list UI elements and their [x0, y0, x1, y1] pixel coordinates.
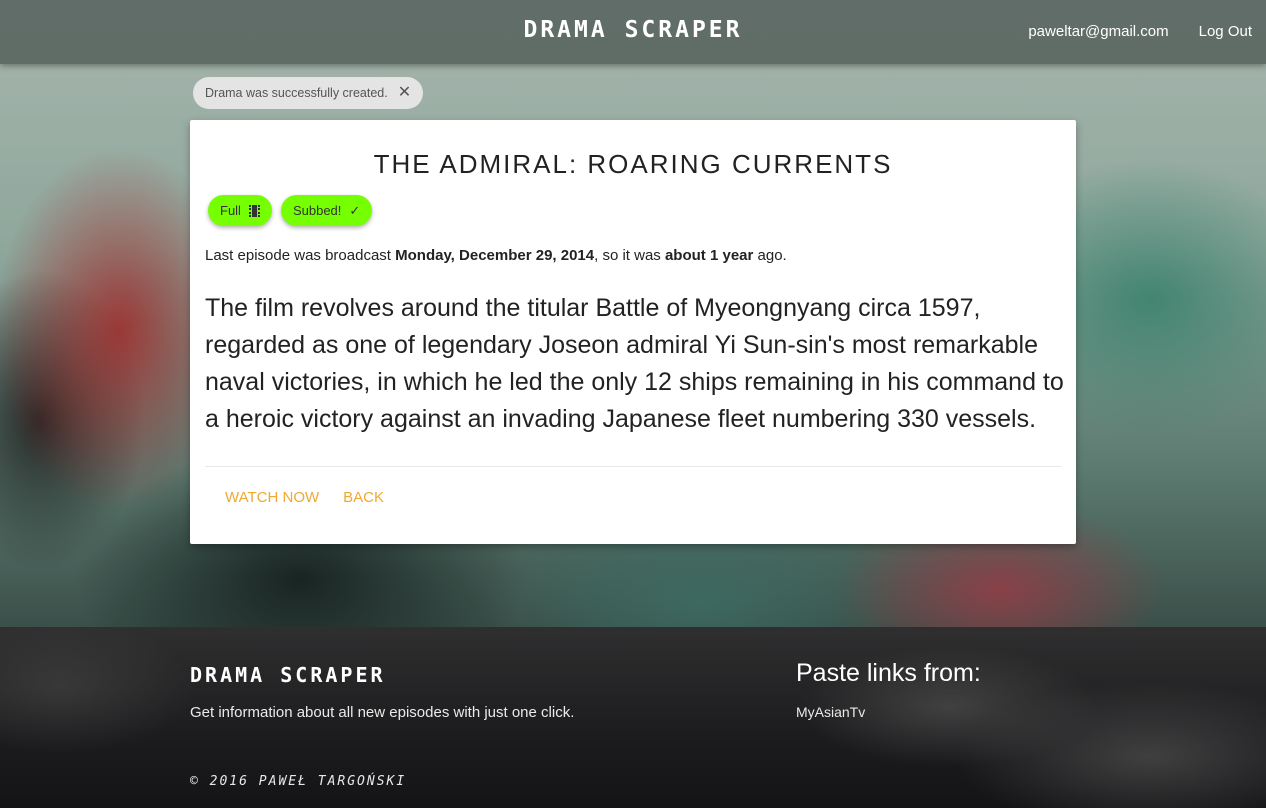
last-episode-prefix: Last episode was broadcast	[205, 247, 396, 264]
card-actions: WATCH NOW BACK	[225, 489, 384, 506]
card-divider	[205, 466, 1061, 467]
success-toast: Drama was successfully created. ✕	[193, 77, 424, 109]
last-episode-date: Monday, December 29, 2014	[395, 247, 595, 264]
top-navbar: DRAMA SCRAPER paweltar@gmail.com Log Out	[0, 0, 1266, 64]
drama-title: THE ADMIRAL: ROARING CURRENTS	[373, 149, 893, 179]
toast-message: Drama was successfully created.	[205, 86, 388, 100]
footer-brand: DRAMA SCRAPER	[190, 663, 386, 687]
footer: DRAMA SCRAPER Get information about all …	[0, 627, 1266, 808]
last-episode-text: Last episode was broadcast Monday, Decem…	[205, 247, 787, 264]
subbed-chip-label: Subbed!	[292, 203, 342, 218]
watch-now-button[interactable]: WATCH NOW	[225, 489, 319, 506]
drama-description: The film revolves around the titular Bat…	[205, 294, 1064, 433]
close-icon[interactable]: ✕	[398, 85, 411, 101]
check-icon: ✓	[349, 202, 361, 218]
subbed-chip: Subbed! ✓	[280, 195, 373, 226]
footer-tagline: Get information about all new episodes w…	[190, 704, 575, 721]
paste-links-heading: Paste links from:	[796, 659, 981, 687]
last-episode-relative: about 1 year	[664, 247, 754, 264]
nav-right: paweltar@gmail.com Log Out	[1028, 23, 1252, 40]
drama-card: THE ADMIRAL: ROARING CURRENTS Full Subbe…	[190, 120, 1076, 544]
full-chip-label: Full	[220, 203, 241, 218]
source-link-myasiantv[interactable]: MyAsianTv	[796, 704, 865, 720]
user-email-link[interactable]: paweltar@gmail.com	[1028, 23, 1168, 40]
copyright: © 2016 PAWEŁ TARGOŃSKI	[190, 774, 407, 789]
full-chip: Full	[208, 195, 272, 226]
last-episode-middle: , so it was	[594, 247, 665, 264]
last-episode-suffix: ago.	[753, 247, 787, 264]
back-button[interactable]: BACK	[343, 489, 384, 506]
logout-link[interactable]: Log Out	[1199, 23, 1252, 40]
chip-group: Full Subbed! ✓	[208, 195, 373, 226]
film-icon	[248, 204, 260, 217]
